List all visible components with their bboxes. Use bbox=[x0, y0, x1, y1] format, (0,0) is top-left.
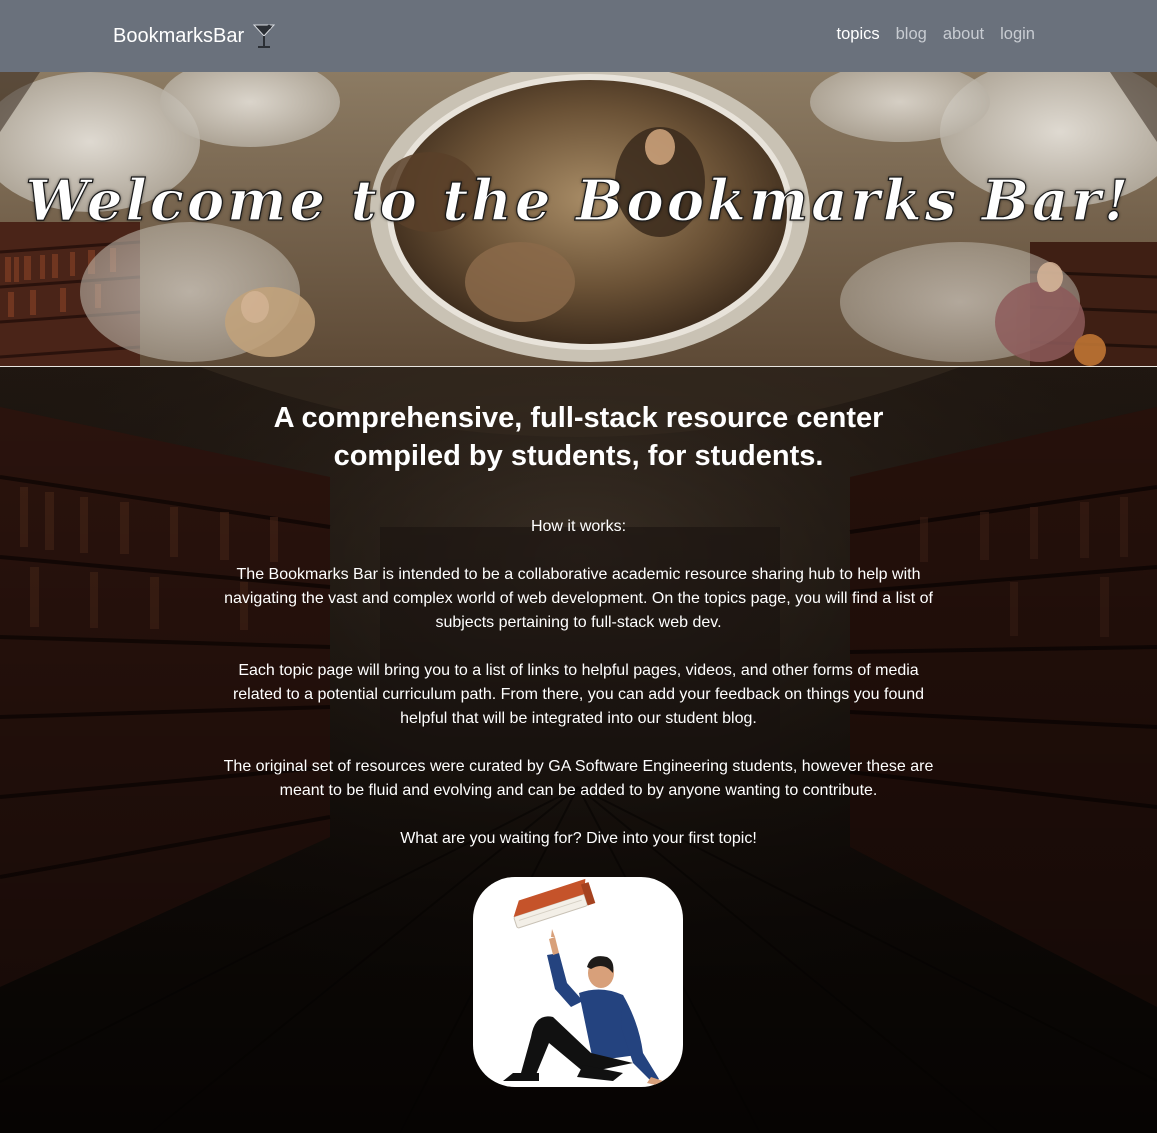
nav-link-topics[interactable]: topics bbox=[837, 25, 880, 44]
nav-link-about[interactable]: about bbox=[943, 25, 984, 44]
navbar: BookmarksBar topics blog about login bbox=[0, 0, 1157, 72]
nav-links: topics blog about login bbox=[837, 25, 1035, 44]
intro-paragraph-3: The original set of resources were curat… bbox=[223, 758, 934, 799]
person-pointing-at-book-icon bbox=[503, 878, 669, 1087]
topics-illustration-link[interactable] bbox=[473, 877, 683, 1087]
how-it-works-label: How it works: bbox=[530, 518, 627, 535]
cocktail-glass-icon bbox=[253, 24, 276, 48]
hero-banner: Welcome to the Bookmarks Bar! bbox=[0, 72, 1157, 367]
brand-link[interactable]: BookmarksBar bbox=[113, 22, 276, 50]
tagline-heading: A comprehensive, full-stack resource cen… bbox=[273, 402, 884, 472]
intro-content: A comprehensive, full-stack resource cen… bbox=[0, 367, 1157, 851]
page: BookmarksBar topics blog about login Wel… bbox=[0, 0, 1157, 1133]
nav-link-blog[interactable]: blog bbox=[896, 25, 927, 44]
main-section: A comprehensive, full-stack resource cen… bbox=[0, 367, 1157, 1133]
brand-name: BookmarksBar bbox=[113, 24, 245, 47]
intro-paragraph-1: The Bookmarks Bar is intended to be a co… bbox=[224, 566, 933, 631]
hero-title: Welcome to the Bookmarks Bar! bbox=[25, 167, 1132, 234]
nav-link-login[interactable]: login bbox=[1000, 25, 1035, 44]
call-to-action-text: What are you waiting for? Dive into your… bbox=[400, 830, 757, 847]
intro-paragraph-2: Each topic page will bring you to a list… bbox=[232, 662, 925, 727]
